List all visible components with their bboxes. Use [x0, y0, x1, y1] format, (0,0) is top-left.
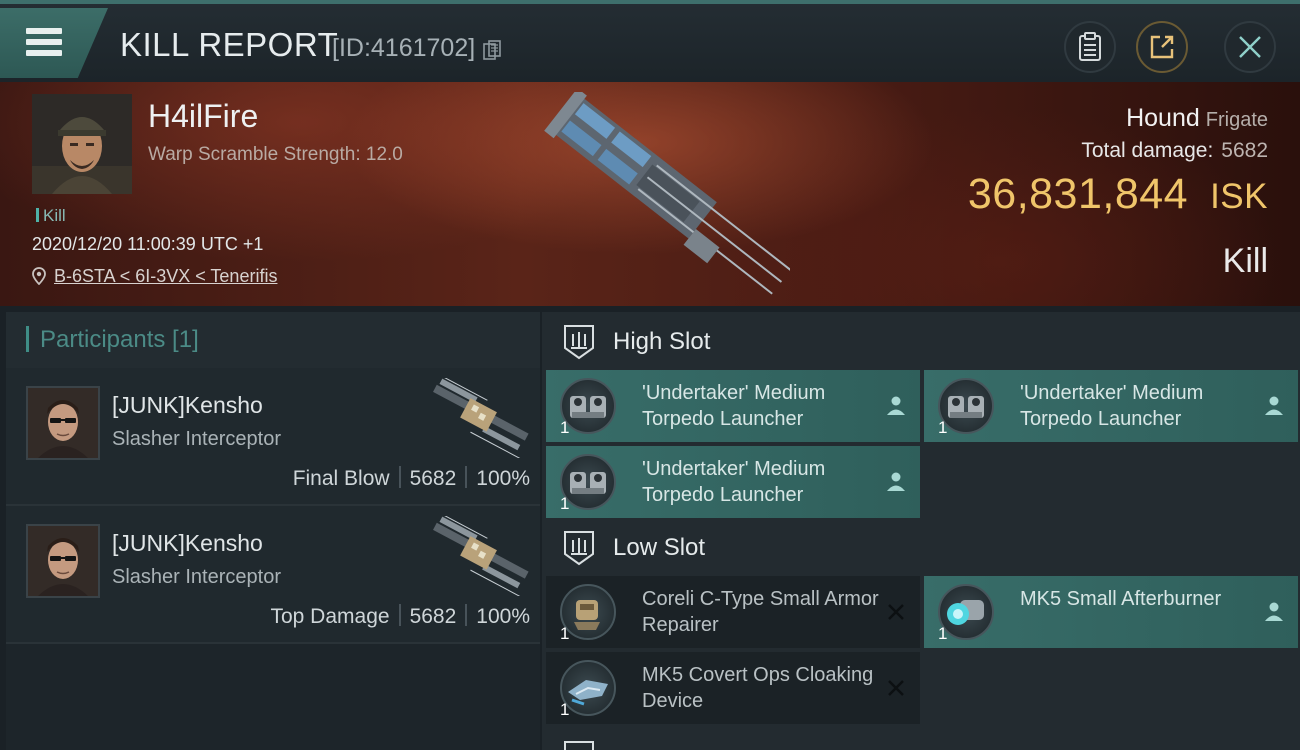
- total-damage: Total damage: 5682: [1081, 139, 1268, 163]
- participant-ship-image[interactable]: [418, 516, 538, 596]
- kill-tag: Kill: [36, 206, 66, 226]
- participant-percent: 100%: [476, 467, 530, 490]
- participant-card[interactable]: [JUNK]Kensho Slasher Interceptor Final B…: [6, 368, 540, 506]
- module-qty: 1: [560, 418, 570, 437]
- module-name: MK5 Covert Ops Cloaking Device: [642, 664, 874, 712]
- victim-avatar[interactable]: [32, 94, 132, 194]
- high-slot-header: High Slot: [542, 314, 1300, 370]
- module-item[interactable]: 1 'Undertaker' Medium Torpedo Launcher: [546, 370, 920, 442]
- module-item[interactable]: 1 'Undertaker' Medium Torpedo Launcher: [924, 370, 1298, 442]
- close-button[interactable]: [1224, 21, 1276, 73]
- participant-stat-label: Final Blow: [292, 467, 390, 490]
- destroyed-x-icon: [888, 604, 904, 620]
- isk-unit: ISK: [1210, 177, 1268, 216]
- participant-name[interactable]: [JUNK]Kensho: [112, 530, 263, 557]
- menu-icon-bar: [26, 50, 62, 56]
- total-damage-label: Total damage:: [1081, 139, 1214, 162]
- stat-divider: [465, 466, 468, 488]
- victim-hero: H4ilFire Warp Scramble Strength: 12.0 Ki…: [0, 82, 1300, 306]
- dropped-person-icon: [887, 396, 905, 415]
- module-qty: 1: [560, 494, 570, 513]
- mid-slot-icon: [564, 741, 594, 750]
- report-id: [ID:4161702]: [332, 34, 476, 62]
- module-name: 'Undertaker' Medium Torpedo Launcher: [1020, 382, 1204, 430]
- module-item[interactable]: 1 Coreli C-Type Small Armor Repairer: [546, 576, 920, 648]
- participant-ship: Slasher Interceptor: [112, 566, 281, 588]
- participant-portrait-image: [28, 526, 98, 596]
- participants-label: Participants [1]: [40, 326, 199, 353]
- low-slot-label: Low Slot: [613, 534, 706, 561]
- menu-icon: [26, 28, 62, 34]
- location-link[interactable]: B-6STA < 6I-3VX < Tenerifis: [54, 266, 277, 286]
- kill-tag-marker: [36, 208, 39, 222]
- participants-panel: Participants [1] [JUNK]Kensho Slasher In…: [6, 312, 540, 750]
- close-icon: [1239, 36, 1261, 58]
- mid-slot-header: [542, 730, 1300, 750]
- high-slot-icon: [564, 325, 594, 360]
- participant-stats: Final Blow 5682 100%: [293, 466, 530, 491]
- participant-ship: Slasher Interceptor: [112, 428, 281, 450]
- high-slot-label: High Slot: [613, 328, 711, 355]
- destroyed-x-icon: [888, 680, 904, 696]
- module-name: 'Undertaker' Medium Torpedo Launcher: [642, 458, 826, 506]
- dropped-person-icon: [1265, 396, 1283, 415]
- module-qty: 1: [938, 418, 948, 437]
- victim-name[interactable]: H4ilFire: [148, 98, 258, 135]
- total-damage-value: 5682: [1221, 139, 1268, 162]
- kill-tag-label: Kill: [43, 206, 66, 225]
- module-name: MK5 Small Afterburner: [1020, 588, 1222, 610]
- victim-subtitle: Warp Scramble Strength: 12.0: [148, 144, 403, 165]
- top-bar: KILL REPORT [ID:4161702]: [0, 0, 1300, 82]
- stat-divider: [398, 604, 401, 626]
- module-name: Coreli C-Type Small Armor Repairer: [642, 588, 879, 636]
- dropped-person-icon: [887, 472, 905, 491]
- stat-divider: [465, 604, 468, 626]
- module-qty: 1: [560, 700, 570, 719]
- clipboard-button[interactable]: [1064, 21, 1116, 73]
- kill-location[interactable]: B-6STA < 6I-3VX < Tenerifis: [32, 266, 277, 287]
- participant-name[interactable]: [JUNK]Kensho: [112, 392, 263, 419]
- kill-datetime: 2020/12/20 11:00:39 UTC +1: [32, 234, 264, 254]
- module-qty: 1: [560, 624, 570, 643]
- participant-stats: Top Damage 5682 100%: [270, 604, 530, 629]
- victim-ship[interactable]: Hound Frigate: [1126, 104, 1268, 133]
- clipboard-icon: [1079, 32, 1101, 61]
- module-item[interactable]: 1 'Undertaker' Medium Torpedo Launcher: [546, 446, 920, 518]
- participant-damage: 5682: [409, 467, 457, 490]
- share-button[interactable]: [1136, 21, 1188, 73]
- copy-icon[interactable]: [483, 40, 501, 60]
- participant-avatar[interactable]: [26, 386, 100, 460]
- menu-button[interactable]: [0, 8, 108, 78]
- module-qty: 1: [938, 624, 948, 643]
- low-slot-header: Low Slot: [542, 520, 1300, 576]
- participants-marker: [26, 326, 29, 352]
- page-title: KILL REPORT: [120, 26, 339, 63]
- victim-ship-image[interactable]: [520, 92, 790, 297]
- participant-card[interactable]: [JUNK]Kensho Slasher Interceptor Top Dam…: [6, 506, 540, 644]
- participant-portrait-image: [28, 388, 98, 458]
- pilot-portrait-image: [32, 94, 132, 194]
- kill-result: Kill: [1222, 242, 1268, 280]
- participant-damage: 5682: [409, 605, 457, 628]
- module-name: 'Undertaker' Medium Torpedo Launcher: [642, 382, 826, 430]
- ship-class: Frigate: [1205, 109, 1268, 131]
- menu-icon-bar: [26, 39, 62, 45]
- participant-ship-image[interactable]: [418, 378, 538, 458]
- participant-avatar[interactable]: [26, 524, 100, 598]
- participant-percent: 100%: [476, 605, 530, 628]
- participant-stat-label: Top Damage: [270, 605, 390, 628]
- low-slot-icon: [564, 531, 594, 566]
- participants-header: Participants [1]: [6, 312, 540, 368]
- module-item[interactable]: 1 MK5 Covert Ops Cloaking Device: [546, 652, 920, 724]
- module-item[interactable]: 1 MK5 Small Afterburner: [924, 576, 1298, 648]
- ship-name: Hound: [1126, 104, 1200, 132]
- stat-divider: [398, 466, 401, 488]
- fitting-panel: High Slot 1 'Undertaker' Medium Torpedo …: [542, 312, 1300, 750]
- dropped-person-icon: [1265, 602, 1283, 621]
- isk-value: 36,831,844 ISK: [968, 170, 1268, 219]
- location-pin-icon: [32, 267, 46, 285]
- share-icon: [1150, 35, 1174, 59]
- isk-amount: 36,831,844: [967, 170, 1189, 218]
